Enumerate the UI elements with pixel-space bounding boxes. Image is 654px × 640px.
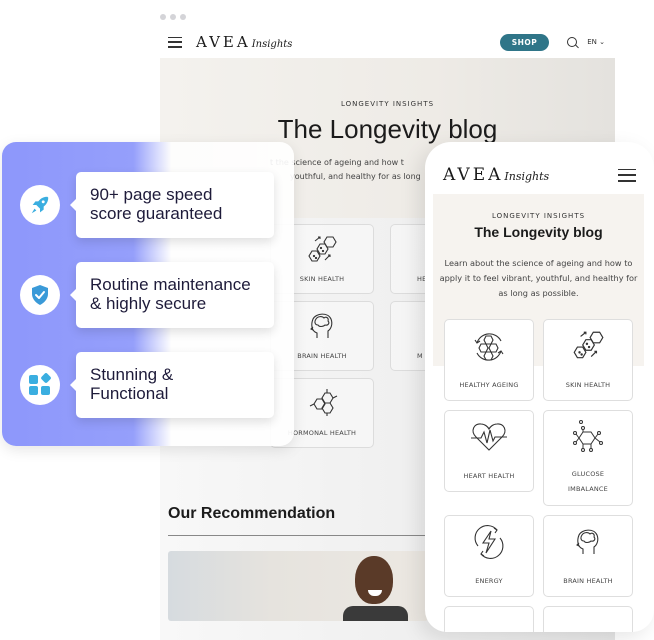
hero-title: The Longevity blog: [474, 224, 603, 240]
category-label: HEALTHY AGEING: [459, 381, 519, 389]
shop-button[interactable]: SHOP: [499, 33, 550, 51]
logo-sub: Insights: [504, 170, 550, 183]
category-label: IMBALANCE: [568, 485, 608, 493]
logo[interactable]: AVEA Insights: [196, 33, 292, 51]
feature-item: 90+ page speed score guaranteed: [18, 172, 276, 238]
window-dots: [160, 14, 186, 20]
feature-bubble: Routine maintenance & highly secure: [70, 262, 274, 328]
rocket-icon: [31, 196, 49, 214]
feature-badge: [20, 275, 60, 315]
hero-description: Learn about the science of ageing and ho…: [439, 258, 638, 298]
feature-text: Routine maintenance: [90, 275, 251, 294]
features-panel: 90+ page speed score guaranteed Routine …: [2, 142, 294, 446]
feature-badge: [20, 185, 60, 225]
shield-check-icon: [32, 285, 48, 305]
feature-bubble: 90+ page speed score guaranteed: [70, 172, 274, 238]
category-card[interactable]: [543, 606, 633, 632]
hero-title: The Longevity blog: [277, 114, 498, 144]
person-body: [343, 606, 408, 621]
search-icon[interactable]: [567, 37, 578, 47]
feature-text: Functional: [90, 384, 169, 403]
energy-icon: [474, 525, 504, 559]
feature-text: score guaranteed: [90, 204, 223, 223]
hero-kicker: LONGEVITY INSIGHTS: [491, 212, 586, 220]
desktop-navbar: AVEA Insights SHOP EN ⌄: [160, 28, 615, 56]
hero-kicker: LONGEVITY INSIGHTS: [340, 100, 435, 108]
mobile-preview: AVEA Insights LONGEVITY INSIGHTS The Lon…: [425, 142, 654, 632]
feature-badge: [20, 365, 60, 405]
glucose-molecule-icon: [573, 420, 603, 452]
widgets-icon: [29, 373, 51, 395]
feature-text: 90+ page speed: [90, 185, 213, 204]
skin-cells-icon: [573, 331, 604, 359]
category-card[interactable]: [444, 606, 534, 632]
feature-text: Stunning &: [90, 365, 174, 384]
recommendation-image[interactable]: [168, 551, 428, 621]
category-card-brain-health[interactable]: BRAIN HEALTH: [543, 515, 633, 597]
category-card-glucose-imbalance[interactable]: GLUCOSE IMBALANCE: [543, 410, 633, 506]
category-card-healthy-ageing[interactable]: HEALTHY AGEING: [444, 319, 534, 401]
menu-icon[interactable]: [618, 168, 636, 182]
category-label: SKIN HEALTH: [565, 381, 611, 389]
menu-icon[interactable]: [168, 36, 182, 48]
person-head: [355, 556, 393, 604]
language-selector[interactable]: EN ⌄: [587, 38, 605, 46]
hormone-molecule-icon: [309, 389, 338, 416]
brain-head-icon: [310, 313, 333, 338]
healthy-ageing-icon: [474, 333, 504, 361]
feature-item: Stunning & Functional: [18, 352, 276, 418]
feature-item: Routine maintenance & highly secure: [18, 262, 276, 328]
heart-pulse-icon: [471, 423, 507, 451]
logo[interactable]: AVEA Insights: [443, 165, 549, 185]
category-label: HEART HEALTH: [463, 472, 515, 480]
category-label: ENERGY: [475, 577, 503, 585]
logo-brand: AVEA: [196, 33, 251, 51]
feature-text: & highly secure: [90, 294, 207, 313]
category-card-skin-health[interactable]: SKIN HEALTH: [543, 319, 633, 401]
category-card-heart-health[interactable]: HEART HEALTH: [444, 410, 534, 492]
divider: [168, 535, 428, 536]
recommendation-heading: Our Recommendation: [168, 505, 336, 522]
mobile-navbar: AVEA Insights: [443, 164, 636, 186]
feature-bubble: Stunning & Functional: [70, 352, 274, 418]
category-label: GLUCOSE: [571, 470, 605, 478]
category-card-energy[interactable]: ENERGY: [444, 515, 534, 597]
skin-cells-icon: [308, 236, 337, 262]
logo-sub: Insights: [251, 39, 293, 50]
brain-head-icon: [576, 529, 599, 554]
category-label: BRAIN HEALTH: [563, 577, 613, 585]
logo-brand: AVEA: [443, 165, 504, 185]
